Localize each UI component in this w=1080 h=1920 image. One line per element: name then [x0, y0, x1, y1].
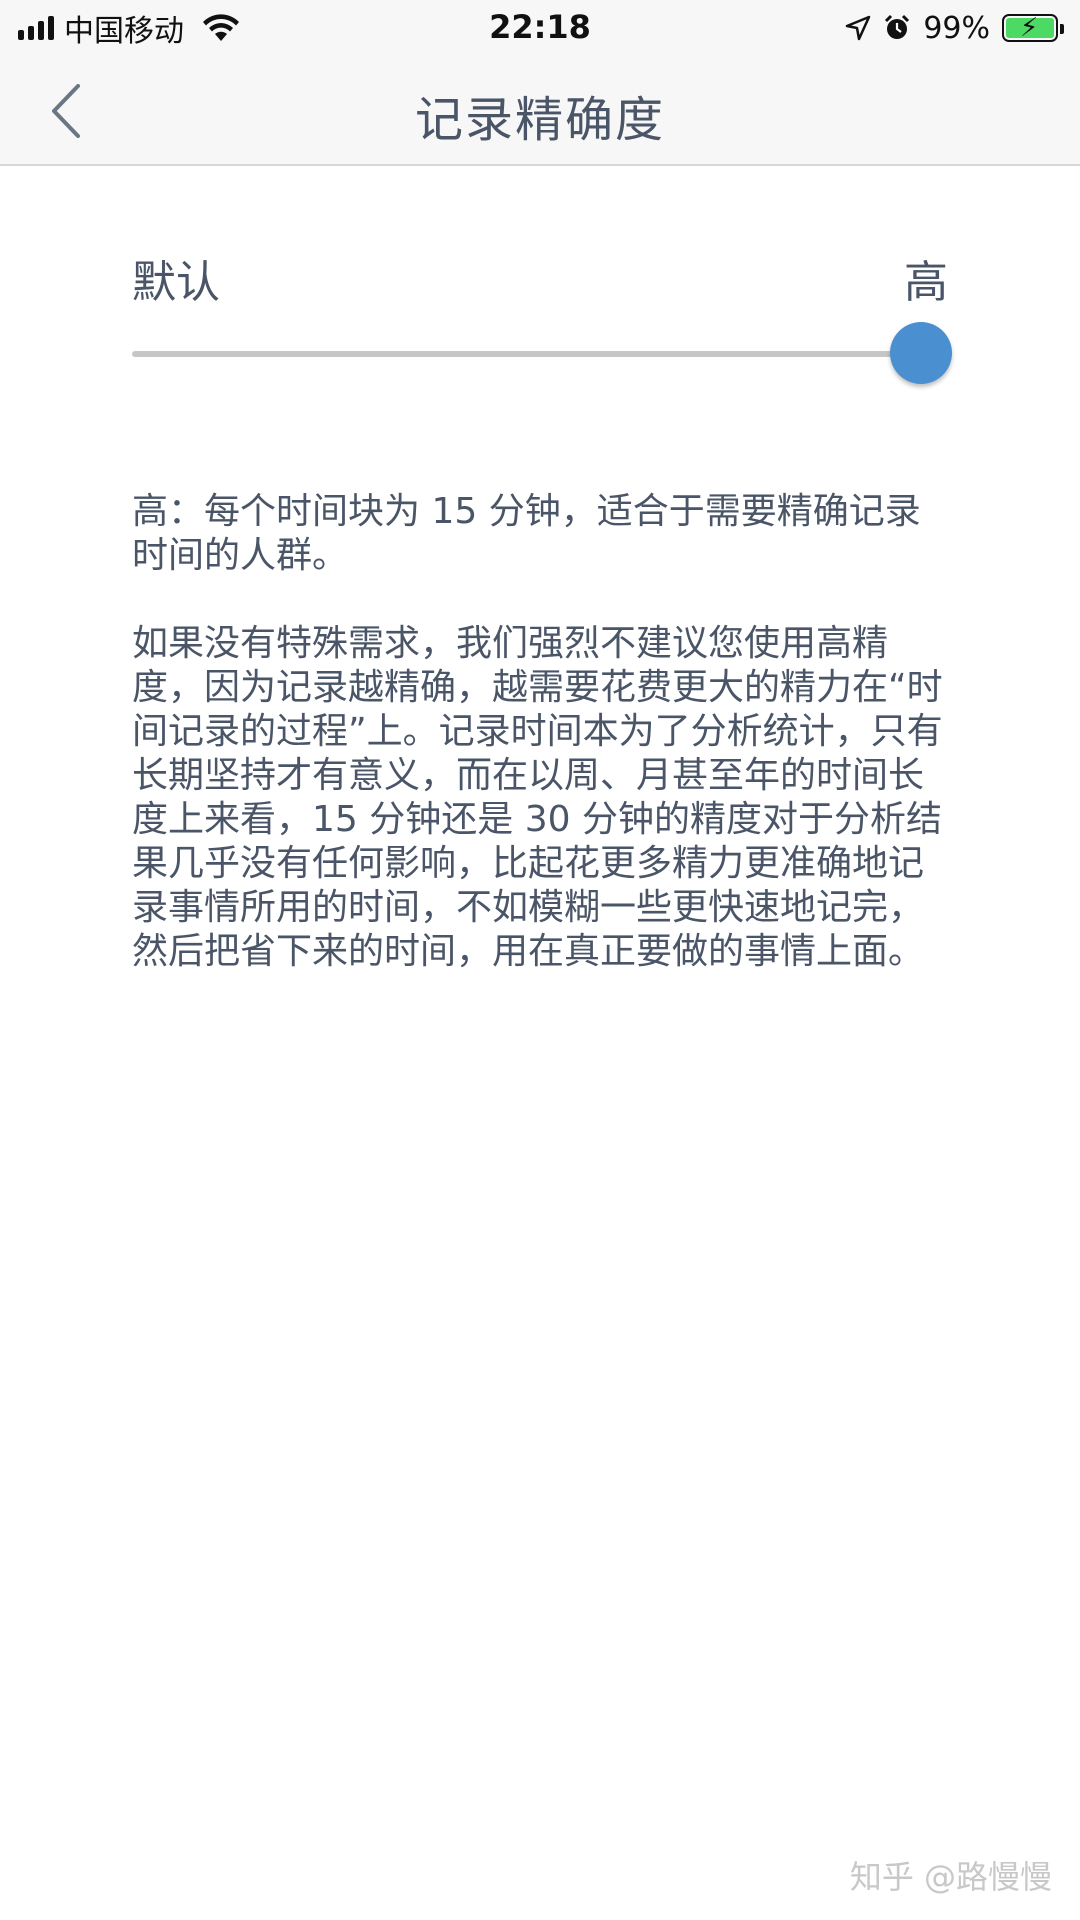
- location-arrow-icon: [846, 15, 871, 41]
- page-title: 记录精确度: [414, 92, 665, 148]
- status-right: 99% ⚡: [845, 8, 1064, 48]
- battery-percent: 99%: [923, 10, 990, 46]
- bolt-icon: ⚡: [1020, 13, 1039, 43]
- description-paragraph-1: 高：每个时间块为 15 分钟，适合于需要精确记录时间的人群。: [132, 491, 921, 576]
- navigation-bar: 记录精确度: [0, 56, 1080, 166]
- battery-tip: [1060, 24, 1064, 34]
- status-bar: 中国移动 22:18 99% ⚡: [0, 0, 1080, 56]
- battery-charging-icon: ⚡: [1002, 13, 1064, 43]
- watermark: 知乎 @路慢慢: [849, 1858, 1052, 1896]
- description-paragraph-2: 如果没有特殊需求，我们强烈不建议您使用高精度，因为记录越精确，越需要花费更大的精…: [132, 623, 943, 972]
- slider-track[interactable]: [132, 351, 952, 357]
- precision-slider[interactable]: [132, 318, 952, 388]
- slider-thumb[interactable]: [890, 322, 952, 384]
- slider-min-label: 默认: [132, 257, 220, 308]
- slider-max-label: 高: [904, 257, 948, 308]
- alarm-icon: [885, 14, 910, 39]
- description: 高：每个时间块为 15 分钟，适合于需要精确记录时间的人群。 如果没有特殊需求，…: [132, 490, 952, 1018]
